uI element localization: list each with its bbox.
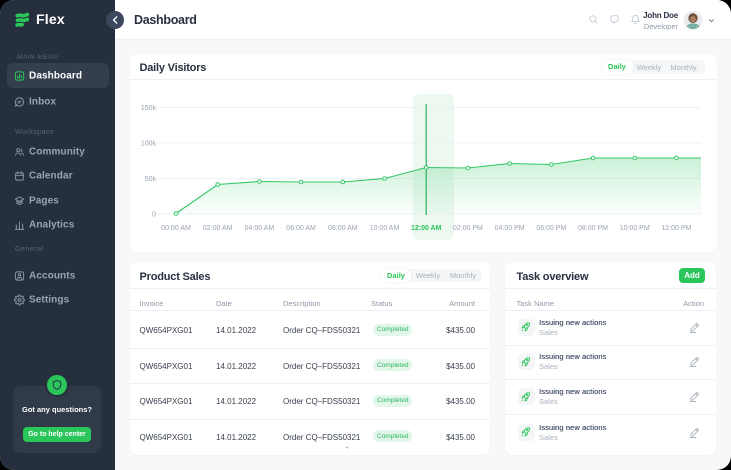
svg-text:08:00 AM: 08:00 AM: [328, 225, 358, 232]
svg-text:06:00 AM: 06:00 AM: [286, 225, 316, 232]
svg-text:150k: 150k: [141, 105, 157, 112]
svg-text:0: 0: [152, 212, 156, 219]
svg-text:12:00 PM: 12:00 PM: [661, 225, 691, 232]
svg-text:10:00 AM: 10:00 AM: [370, 225, 400, 232]
svg-text:02:00 PM: 02:00 PM: [453, 225, 483, 232]
svg-text:04:00 AM: 04:00 AM: [245, 225, 275, 232]
svg-text:04:00 PM: 04:00 PM: [495, 225, 525, 232]
svg-text:08:00 PM: 08:00 PM: [578, 225, 608, 232]
svg-text:50k: 50k: [145, 176, 157, 183]
svg-text:10:00 PM: 10:00 PM: [620, 225, 650, 232]
svg-text:06:00 PM: 06:00 PM: [536, 225, 566, 232]
svg-text:02:00 AM: 02:00 AM: [203, 225, 233, 232]
svg-text:00:00 AM: 00:00 AM: [161, 225, 191, 232]
svg-text:12:00 AM: 12:00 AM: [411, 225, 442, 232]
svg-text:100k: 100k: [141, 141, 157, 148]
